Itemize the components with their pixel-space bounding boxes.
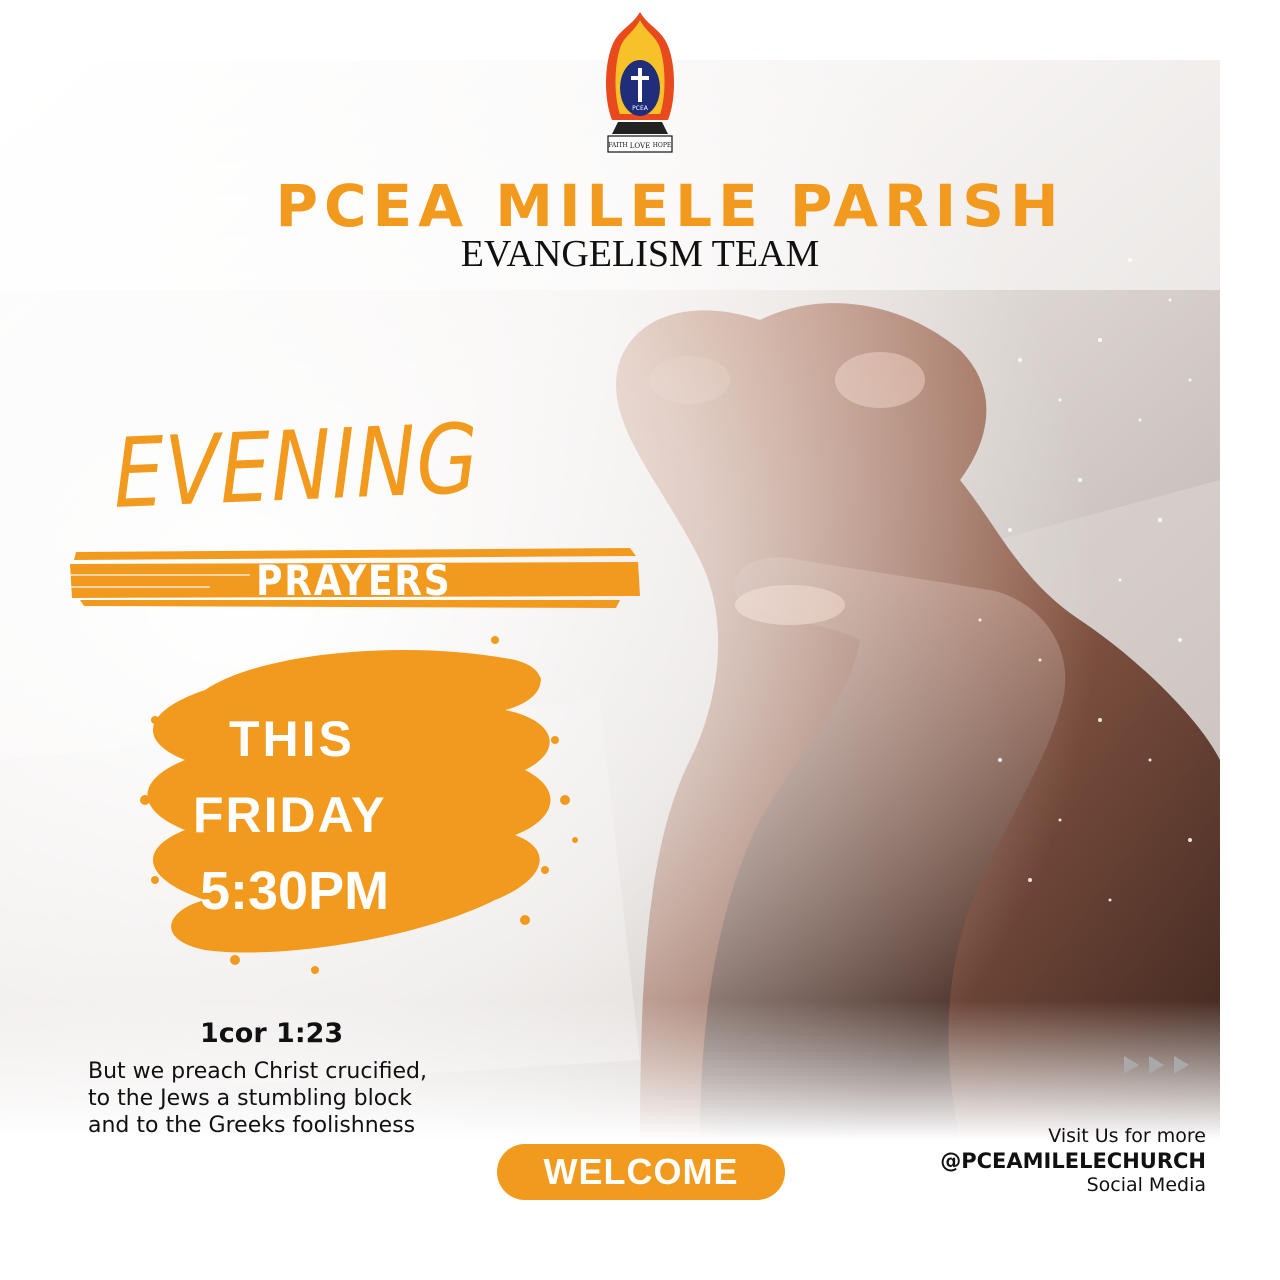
logo-motto-center: LOVE: [630, 142, 650, 150]
page-title: PCEA MILELE PARISH: [275, 172, 1065, 240]
welcome-button[interactable]: WELCOME: [497, 1144, 785, 1200]
arrow-right-icon: [1124, 1056, 1139, 1074]
logo-emblem-text: PCEA: [632, 105, 649, 112]
event-title-banner: PRAYERS: [256, 556, 452, 605]
event-day-line1: THIS: [229, 711, 355, 767]
page-subtitle: EVANGELISM TEAM: [460, 233, 820, 275]
verse-line: But we preach Christ crucified,: [88, 1059, 427, 1084]
logo-motto-right: HOPE: [653, 142, 672, 149]
verse-line: to the Jews a stumbling block: [88, 1086, 413, 1111]
triple-arrow-right-icon: [1124, 1056, 1189, 1074]
arrow-right-icon: [1174, 1056, 1189, 1074]
verse-reference: 1cor 1:23: [200, 1018, 344, 1049]
event-time: 5:30PM: [200, 861, 390, 921]
social-media-label: Social Media: [1086, 1174, 1206, 1196]
logo-motto-left: FAITH: [608, 142, 628, 149]
event-title-script: EVENING: [112, 402, 481, 530]
verse-text: But we preach Christ crucified, to the J…: [88, 1058, 427, 1139]
social-visit-text: Visit Us for more: [1048, 1125, 1206, 1147]
arrow-right-icon: [1149, 1056, 1164, 1074]
event-day-line2: FRIDAY: [193, 787, 387, 843]
pcea-logo-icon: PCEA FAITH LOVE HOPE: [598, 10, 682, 170]
verse-line: and to the Greeks foolishness: [88, 1113, 416, 1138]
social-media-info: Visit Us for more @PCEAMILELECHURCH Soci…: [900, 1124, 1206, 1196]
social-handle-link[interactable]: @PCEAMILELECHURCH: [900, 1148, 1206, 1174]
